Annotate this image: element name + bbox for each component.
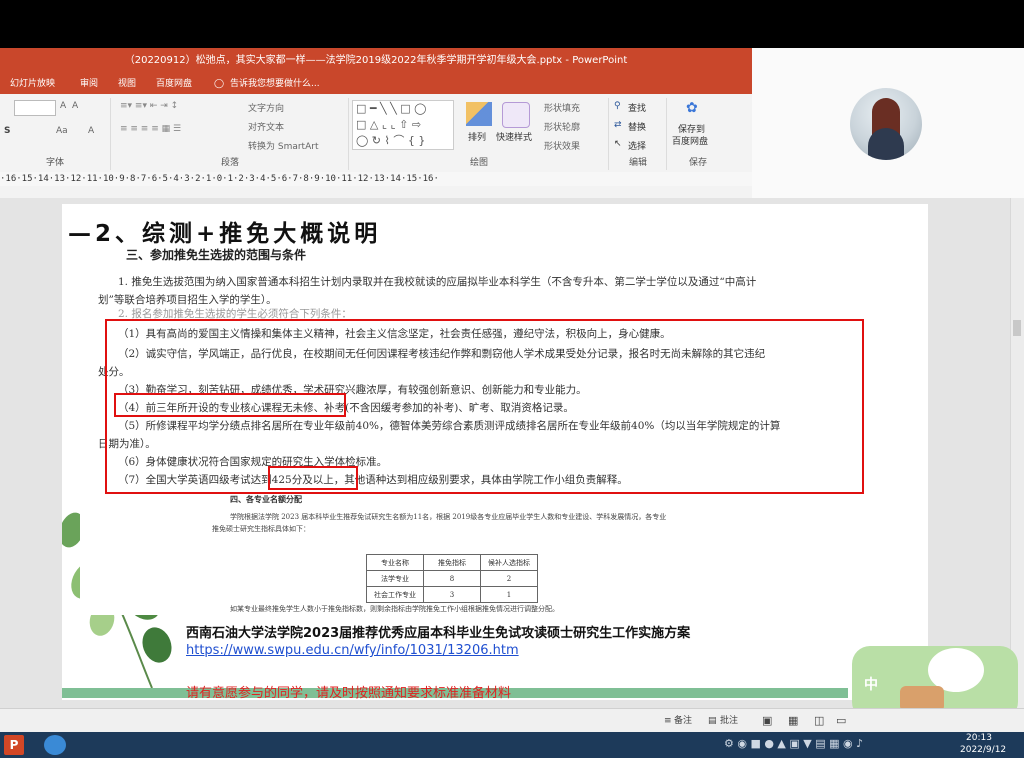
vertical-scrollbar[interactable] (1010, 198, 1024, 708)
select-icon: ↖ (614, 139, 622, 149)
align-icons[interactable]: ≡ ≡ ≡ ≡ ▦ ☰ (120, 124, 181, 134)
save-to-baidu-line2[interactable]: 百度网盘 (672, 134, 708, 147)
slide-sorter-icon[interactable]: ▦ (788, 709, 798, 733)
table-header-cell: 候补人选指标 (480, 554, 538, 571)
section4-para-line1: 学院根据法学院 2023 届本科毕业生推荐免试研究生名额为11名，根据 2019… (230, 513, 667, 521)
quick-styles-icon (502, 102, 530, 128)
table-row: 法学专业 8 2 (366, 570, 538, 587)
find-button[interactable]: 查找 (628, 101, 646, 114)
windows-taskbar: P ⚙ ◉ ■ ● ▲ ▣ ▼ ▤ ▦ ◉ ♪ 20:13 2022/9/12 (0, 732, 1024, 758)
grow-font-icon[interactable]: A (60, 101, 66, 111)
drawing-group: □ ━ ╲ ╲ □ ◯ □ △ ⌞ ⌞ ⇧ ⇨ ◯ ↻ ⌇ ⌒ { } 排列 快速样… (350, 98, 609, 170)
policy-link[interactable]: https://www.swpu.edu.cn/wfy/info/1031/13… (186, 643, 519, 658)
clock-time[interactable]: 20:13 (966, 733, 992, 743)
find-icon: ⚲ (614, 101, 621, 111)
paragraph-group: ≡▾ ≡▾ ⇤ ⇥ ↕ ≡ ≡ ≡ ≡ ▦ ☰ 文字方向 对齐文本 转换为 Sm… (112, 98, 349, 170)
text-direction-button[interactable]: 文字方向 (248, 101, 284, 114)
clock-date[interactable]: 2022/9/12 (960, 745, 1006, 755)
comments-icon: ▤ (708, 716, 717, 726)
core-course-highlight-box (114, 393, 346, 417)
app-taskbar-icon[interactable] (44, 735, 66, 755)
save-group: ✿ 保存到 百度网盘 保存 (668, 98, 728, 170)
horizontal-ruler: ·16·15·14·13·12·11·10·9·8·7·6·5·4·3·2·1·… (0, 172, 752, 186)
item1-line2: 划”等联合培养项目招生入学的学生）。 (98, 294, 277, 306)
change-case-icon[interactable]: Aa (56, 126, 68, 136)
section4-title: 四、各专业名额分配 (230, 494, 302, 504)
baidu-netdisk-icon: ✿ (686, 100, 698, 116)
table-header-cell: 推免指标 (423, 554, 481, 571)
replace-button[interactable]: 替换 (628, 120, 646, 133)
section4-para-line2: 推免硕士研究生指标具体如下： (212, 525, 310, 533)
slide-heading: —2、综测+推免大概说明 (68, 221, 382, 247)
paragraph-group-label: 段落 (220, 158, 239, 168)
drawing-group-label: 绘图 (469, 158, 488, 168)
editing-group-label: 编辑 (628, 158, 647, 168)
bullets-icon[interactable]: ≡▾ ≡▾ ⇤ ⇥ ↕ (120, 101, 178, 111)
table-cell: 2 (480, 570, 538, 587)
normal-view-icon[interactable]: ▣ (762, 709, 772, 733)
table-header-cell: 专业名称 (366, 554, 424, 571)
tray-icons[interactable]: ⚙ ◉ ■ ● ▲ ▣ ▼ ▤ ▦ ◉ ♪ (724, 737, 863, 750)
tab-baidu-netdisk[interactable]: 百度网盘 (156, 74, 192, 94)
tab-view[interactable]: 视图 (118, 74, 136, 94)
font-size-box[interactable] (14, 100, 56, 116)
comments-button[interactable]: 批注 (720, 709, 738, 733)
shape-outline-button[interactable]: 形状轮廓 (544, 120, 580, 133)
quick-styles-button[interactable]: 快速样式 (496, 130, 532, 143)
section4-footnote: 如某专业最终推免学生人数小于推免指标数，则剩余指标由学院推免工作小组根据推免情况… (230, 605, 559, 613)
lightbulb-icon: ◯ (214, 79, 225, 89)
arrange-icon (466, 102, 492, 126)
table-cell: 法学专业 (366, 570, 424, 587)
editing-group: ⚲ 查找 ⇄ 替换 ↖ 选择 编辑 (610, 98, 667, 170)
table-cell: 1 (480, 586, 538, 603)
table-header-row: 专业名称 推免指标 候补人选指标 (366, 554, 538, 571)
arrange-button[interactable]: 排列 (468, 130, 486, 143)
policy-document-title: 西南石油大学法学院2023届推荐优秀应届本科毕业生免试攻读硕士研究生工作实施方案 (186, 626, 691, 641)
tell-me-search[interactable]: 告诉我您想要做什么... (230, 74, 320, 94)
shapes-gallery[interactable]: □ ━ ╲ ╲ □ ◯ □ △ ⌞ ⌞ ⇧ ⇨ ◯ ↻ ⌇ ⌒ { } (352, 100, 454, 150)
shrink-font-icon[interactable]: A (72, 101, 78, 111)
table-cell: 3 (423, 586, 481, 603)
shape-fill-button[interactable]: 形状填充 (544, 101, 580, 114)
table-cell: 社会工作专业 (366, 586, 424, 603)
notes-icon: ≡ (664, 716, 672, 726)
status-bar: ≡ 备注 ▤ 批注 ▣ ▦ ◫ ▭ (0, 708, 1024, 733)
align-text-button[interactable]: 对齐文本 (248, 120, 284, 133)
ribbon: A A S Aa A 字体 ≡▾ ≡▾ ⇤ ⇥ ↕ ≡ ≡ ≡ ≡ ▦ ☰ 文字… (0, 94, 752, 173)
convert-smartart-button[interactable]: 转换为 SmartArt (248, 139, 318, 152)
cet4-score-highlight-box (268, 466, 358, 490)
top-black-band (0, 0, 1024, 48)
font-color-icon[interactable]: A (88, 126, 94, 136)
ribbon-tab-bar: 幻灯片放映 审阅 视图 百度网盘 ◯ 告诉我您想要做什么... (0, 74, 752, 94)
scrollbar-thumb[interactable] (1013, 320, 1021, 336)
powerpoint-taskbar-icon[interactable]: P (4, 735, 24, 755)
slideshow-icon[interactable]: ▭ (836, 709, 846, 733)
section3-title: 三、参加推免生选拔的范围与条件 (126, 248, 307, 262)
font-group-label: 字体 (45, 158, 64, 168)
notice-text: 请有意愿参与的同学，请及时按照通知要求标准准备材料 (186, 686, 512, 701)
item1-line1: 1. 推免生选拔范围为纳入国家普通本科招生计划内录取并在我校就读的应届拟毕业本科… (118, 276, 757, 288)
sticker-text: 中 (864, 677, 878, 693)
avatar-body (868, 128, 904, 160)
table-row: 社会工作专业 3 1 (366, 586, 538, 603)
save-group-label: 保存 (688, 158, 707, 168)
window-title: （20220912）松弛点，其实大家都一样——法学院2019级2022年秋季学期… (0, 48, 752, 74)
tab-slideshow[interactable]: 幻灯片放映 (10, 74, 55, 94)
reading-view-icon[interactable]: ◫ (814, 709, 824, 733)
strikethrough-s-icon[interactable]: S (4, 126, 10, 136)
tab-review[interactable]: 审阅 (80, 74, 98, 94)
select-button[interactable]: 选择 (628, 139, 646, 152)
notes-button[interactable]: 备注 (674, 709, 692, 733)
replace-icon: ⇄ (614, 120, 622, 130)
table-cell: 8 (423, 570, 481, 587)
user-avatar (850, 88, 922, 160)
shape-effects-button[interactable]: 形状效果 (544, 139, 580, 152)
font-group: A A S Aa A 字体 (0, 98, 111, 170)
quota-table: 专业名称 推免指标 候补人选指标 法学专业 8 2 社会工作专业 3 1 (366, 554, 538, 603)
powerpoint-window: （20220912）松弛点，其实大家都一样——法学院2019级2022年秋季学期… (0, 48, 752, 198)
